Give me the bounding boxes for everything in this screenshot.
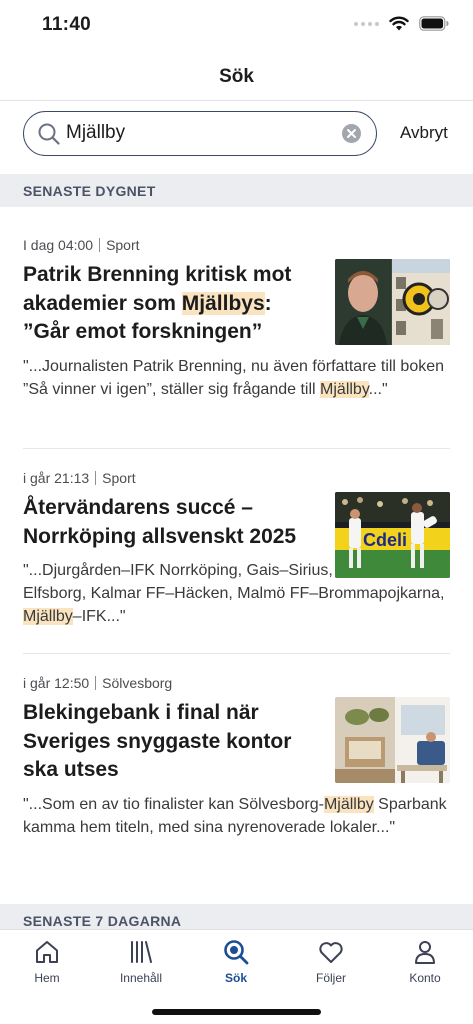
article-thumbnail [335,259,450,345]
headline-highlight: Mjällbys [181,291,265,315]
status-time: 11:40 [42,14,92,35]
divider [23,653,450,654]
signal-icon [354,21,379,26]
article-headline[interactable]: Blekingebank i final när Sveriges snygga… [23,699,328,785]
article-time: I dag 04:00 [23,237,94,253]
person-icon [415,941,435,964]
search-icon [224,940,249,965]
page-title: Sök [219,66,254,87]
snippet-text: ..." [368,380,388,398]
headline-text: Återvändarens succé – Norrköping allsven… [23,496,297,548]
article-card[interactable]: i går 12:50 Sölvesborg Blekingebank i fin… [23,675,450,865]
tab-account[interactable]: Konto [378,930,472,990]
close-icon [347,129,356,138]
status-indicators [354,16,449,31]
article-meta: i går 12:50 Sölvesborg [23,675,450,695]
article-time: i går 12:50 [23,675,90,691]
article-time: i går 21:13 [23,470,90,486]
search-box[interactable] [23,111,377,156]
tab-label: Sök [224,971,247,985]
tab-home[interactable]: Hem [0,930,94,990]
snippet-highlight: Mjällby [23,608,73,625]
article-category: Sport [102,470,136,486]
tab-label: Innehåll [119,971,163,985]
status-bar: 11:40 [0,0,473,52]
heart-icon [319,942,343,963]
article-thumbnail: Cdeli [335,492,450,578]
home-indicator[interactable] [152,1009,321,1015]
meta-separator [95,471,97,485]
tab-label: Följer [315,971,346,985]
article-meta: i går 21:13 Sport [23,470,450,490]
article-category: Sölvesborg [102,675,173,691]
tab-label: Hem [34,971,60,985]
tab-label: Konto [409,971,441,985]
tab-following[interactable]: Följer [284,930,378,990]
snippet-highlight: Mjällby [320,380,369,398]
article-meta: I dag 04:00 Sport [23,237,450,257]
article-thumbnail [335,697,450,783]
article-category: Sport [106,237,140,253]
article-card[interactable]: i går 21:13 Sport Återvändarens succé – N… [23,470,450,635]
divider [23,448,450,449]
article-headline[interactable]: Återvändarens succé – Norrköping allsven… [23,494,323,551]
snippet-text: "...Som en av tio finalister kan Sölvesb… [23,795,324,813]
article-snippet: "...Journalisten Patrik Brenning, nu äve… [23,355,450,401]
meta-separator [95,676,97,690]
cancel-button[interactable]: Avbryt [400,123,448,143]
home-icon [36,941,58,963]
svg-text:Cdeli: Cdeli [363,530,407,550]
article-headline[interactable]: Patrik Brenning kritisk mot akademier so… [23,261,323,347]
clear-search-button[interactable] [342,124,361,143]
battery-icon [419,16,449,31]
search-input[interactable] [66,118,336,148]
headline-text: Blekingebank i final när Sveriges snygga… [23,701,292,781]
section-header-recent-day: SENASTE DYGNET [0,174,473,207]
tab-content[interactable]: Innehåll [94,930,188,990]
search-row: Avbryt [0,101,473,174]
tab-search[interactable]: Sök [189,930,283,990]
library-icon [131,941,152,963]
article-card[interactable]: I dag 04:00 Sport Patrik Brenning kritisk… [23,237,450,432]
wifi-icon [389,16,409,31]
meta-separator [99,238,101,252]
article-snippet: "...Som en av tio finalister kan Sölvesb… [23,793,450,839]
snippet-highlight: Mjällby [323,795,374,813]
nav-bar: Sök [0,52,473,101]
search-icon [38,123,60,145]
snippet-text: –IFK..." [72,608,126,625]
